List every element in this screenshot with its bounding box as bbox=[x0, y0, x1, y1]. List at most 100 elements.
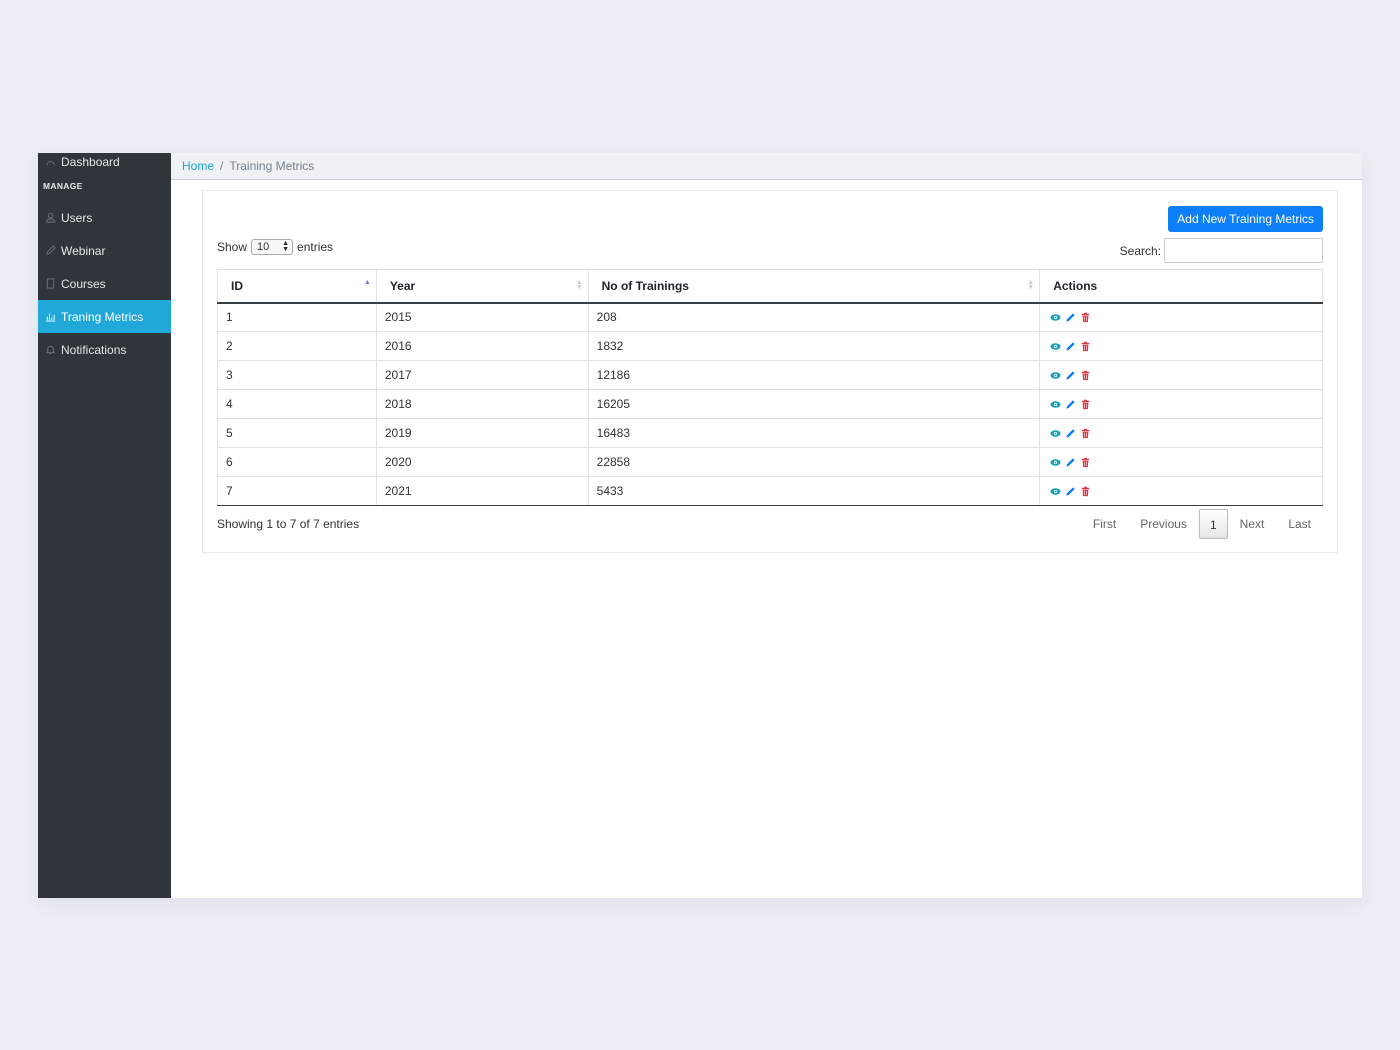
delete-icon[interactable] bbox=[1080, 399, 1091, 410]
sidebar-item-courses[interactable]: Courses bbox=[38, 267, 171, 300]
cell-trainings: 208 bbox=[587, 302, 1041, 332]
edit-icon[interactable] bbox=[1065, 370, 1076, 381]
cell-id: 6 bbox=[217, 447, 377, 477]
training-metrics-card: Add New Training Metrics Show 10 ▲ ▼ entr… bbox=[202, 190, 1338, 553]
view-icon[interactable] bbox=[1050, 399, 1061, 410]
delete-icon[interactable] bbox=[1080, 457, 1091, 468]
cell-id: 7 bbox=[217, 476, 377, 506]
table-info: Showing 1 to 7 of 7 entries bbox=[217, 517, 360, 531]
edit-icon[interactable] bbox=[1065, 399, 1076, 410]
cell-trainings: 12186 bbox=[587, 360, 1041, 390]
pagination-previous[interactable]: Previous bbox=[1128, 509, 1199, 539]
breadcrumb: Home / Training Metrics bbox=[171, 153, 1362, 180]
search-input[interactable] bbox=[1164, 238, 1323, 263]
view-icon[interactable] bbox=[1050, 486, 1061, 497]
cell-id: 4 bbox=[217, 389, 377, 419]
sidebar-item-dashboard[interactable]: Dashboard bbox=[38, 153, 171, 171]
cell-year: 2020 bbox=[375, 447, 589, 477]
edit-icon[interactable] bbox=[1065, 341, 1076, 352]
cell-id: 1 bbox=[217, 302, 377, 332]
delete-icon[interactable] bbox=[1080, 312, 1091, 323]
book-icon bbox=[44, 278, 56, 290]
cell-trainings: 16205 bbox=[587, 389, 1041, 419]
sidebar-item-label: Courses bbox=[61, 276, 106, 291]
cell-trainings: 22858 bbox=[587, 447, 1041, 477]
delete-icon[interactable] bbox=[1080, 428, 1091, 439]
breadcrumb-current: Training Metrics bbox=[229, 159, 315, 173]
edit-icon[interactable] bbox=[1065, 312, 1076, 323]
edit-icon[interactable] bbox=[1065, 486, 1076, 497]
cell-actions bbox=[1039, 418, 1323, 448]
bell-icon bbox=[44, 344, 56, 356]
cell-year: 2016 bbox=[375, 331, 589, 361]
sidebar-item-label: Notifications bbox=[61, 342, 127, 357]
table-row: 6 2020 22858 bbox=[217, 447, 1323, 477]
column-header-label: Year bbox=[389, 278, 416, 293]
cell-year: 2017 bbox=[375, 360, 589, 390]
column-header-id[interactable]: ID ▲▼ bbox=[217, 269, 377, 304]
table-row: 4 2018 16205 bbox=[217, 389, 1323, 419]
view-icon[interactable] bbox=[1050, 457, 1061, 468]
cell-actions bbox=[1039, 331, 1323, 361]
pagination-last[interactable]: Last bbox=[1276, 509, 1323, 539]
sidebar: Dashboard MANAGE Users Webinar Courses T bbox=[38, 153, 171, 898]
delete-icon[interactable] bbox=[1080, 486, 1091, 497]
column-header-label: Actions bbox=[1053, 278, 1098, 293]
sidebar-section-title: MANAGE bbox=[43, 181, 83, 191]
cell-actions bbox=[1039, 360, 1323, 390]
sort-ascending-icon: ▲▼ bbox=[363, 279, 371, 286]
pencil-icon bbox=[44, 245, 56, 257]
sidebar-item-users[interactable]: Users bbox=[38, 201, 171, 234]
app-window: Dashboard MANAGE Users Webinar Courses T bbox=[38, 153, 1362, 898]
speedometer-icon bbox=[44, 156, 56, 168]
view-icon[interactable] bbox=[1050, 341, 1061, 352]
select-arrows-icon: ▲ ▼ bbox=[282, 240, 290, 253]
breadcrumb-home-link[interactable]: Home bbox=[182, 159, 214, 173]
pagination: First Previous 1 Next Last bbox=[1081, 509, 1323, 539]
view-icon[interactable] bbox=[1050, 312, 1061, 323]
column-header-actions: Actions bbox=[1039, 269, 1323, 304]
cell-year: 2018 bbox=[375, 389, 589, 419]
pagination-first[interactable]: First bbox=[1081, 509, 1128, 539]
edit-icon[interactable] bbox=[1065, 457, 1076, 468]
cell-actions bbox=[1039, 447, 1323, 477]
view-icon[interactable] bbox=[1050, 370, 1061, 381]
breadcrumb-separator: / bbox=[220, 159, 224, 173]
sidebar-item-label: Webinar bbox=[61, 243, 106, 258]
cell-id: 3 bbox=[217, 360, 377, 390]
main-content: Home / Training Metrics Add New Training… bbox=[171, 153, 1362, 898]
cell-year: 2021 bbox=[375, 476, 589, 506]
view-icon[interactable] bbox=[1050, 428, 1061, 439]
sidebar-item-notifications[interactable]: Notifications bbox=[38, 333, 171, 366]
cell-actions bbox=[1039, 389, 1323, 419]
sidebar-item-label: Traning Metrics bbox=[61, 309, 144, 324]
table-row: 3 2017 12186 bbox=[217, 360, 1323, 390]
cell-actions bbox=[1039, 476, 1323, 506]
column-header-label: No of Trainings bbox=[601, 278, 689, 293]
table-row: 1 2015 208 bbox=[217, 302, 1323, 332]
cell-trainings: 5433 bbox=[587, 476, 1041, 506]
page-length-control: Show 10 ▲ ▼ entries bbox=[217, 239, 333, 255]
cell-actions bbox=[1039, 302, 1323, 332]
edit-icon[interactable] bbox=[1065, 428, 1076, 439]
sidebar-item-label: Users bbox=[61, 210, 93, 225]
delete-icon[interactable] bbox=[1080, 341, 1091, 352]
pagination-page-1[interactable]: 1 bbox=[1198, 509, 1228, 539]
column-header-trainings[interactable]: No of Trainings ▲ ▼ bbox=[587, 269, 1041, 304]
cell-id: 2 bbox=[217, 331, 377, 361]
sort-icon: ▲ ▼ bbox=[575, 279, 583, 291]
cell-trainings: 1832 bbox=[587, 331, 1041, 361]
delete-icon[interactable] bbox=[1080, 370, 1091, 381]
cell-trainings: 16483 bbox=[587, 418, 1041, 448]
pagination-next[interactable]: Next bbox=[1228, 509, 1277, 539]
table-header-row: ID ▲▼ Year ▲▼ No of Trainings ▲▼ Actions bbox=[217, 269, 1323, 304]
sidebar-item-training-metrics[interactable]: Traning Metrics bbox=[38, 300, 171, 333]
cell-year: 2019 bbox=[375, 418, 589, 448]
table-body: 1 2015 208 2 2016 1832 3 2017 12186 4 20… bbox=[217, 302, 1323, 506]
cell-id: 5 bbox=[217, 418, 377, 448]
sidebar-item-webinar[interactable]: Webinar bbox=[38, 234, 171, 267]
add-training-metrics-button[interactable]: Add New Training Metrics bbox=[1168, 206, 1323, 232]
bar-chart-icon bbox=[44, 311, 56, 323]
column-header-year[interactable]: Year ▲ ▼ bbox=[375, 269, 589, 304]
page-length-select[interactable]: 10 ▲ ▼ bbox=[251, 239, 294, 255]
